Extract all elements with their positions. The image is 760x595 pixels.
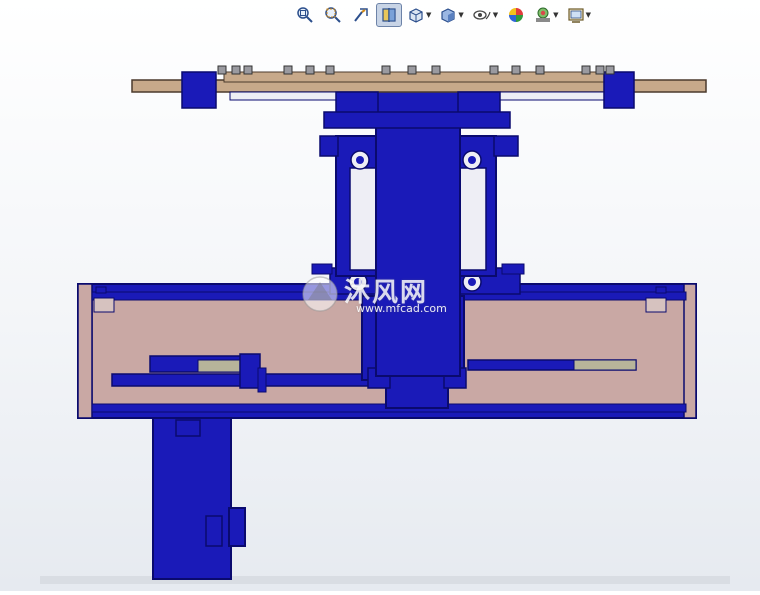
- graphics-area[interactable]: 沐风网 www.mfcad.com ▼ ▼ ▼ ▼ ▼: [0, 0, 760, 591]
- view-settings-icon: [567, 8, 584, 23]
- scene-icon: [536, 7, 551, 22]
- appearance-icon: [509, 8, 524, 22]
- previous-view-icon: [354, 8, 368, 22]
- assembly-model[interactable]: [0, 0, 760, 591]
- heads-up-view-toolbar: ▼ ▼ ▼ ▼ ▼: [292, 3, 594, 27]
- chevron-down-icon: ▼: [426, 11, 432, 19]
- edit-appearance-button[interactable]: [503, 3, 529, 27]
- view-orientation-icon: [409, 8, 423, 23]
- zoom-to-fit-button[interactable]: [292, 3, 318, 27]
- chevron-down-icon: ▼: [492, 11, 499, 19]
- view-orientation-button[interactable]: ▼: [404, 3, 434, 27]
- zoom-area-icon: [325, 7, 341, 23]
- chevron-down-icon: ▼: [585, 11, 591, 19]
- apply-scene-button[interactable]: ▼: [531, 3, 561, 27]
- display-style-icon: [441, 8, 455, 23]
- hide-show-items-button[interactable]: ▼: [469, 3, 501, 27]
- zoom-to-area-button[interactable]: [320, 3, 346, 27]
- zoom-fit-icon: [297, 7, 313, 23]
- section-view-button[interactable]: [376, 3, 402, 27]
- view-settings-button[interactable]: ▼: [564, 3, 594, 27]
- hide-show-icon: [473, 10, 491, 20]
- chevron-down-icon: ▼: [553, 11, 559, 19]
- chevron-down-icon: ▼: [458, 11, 464, 19]
- ground-shadow: [40, 576, 730, 584]
- section-view-icon: [382, 8, 396, 22]
- previous-view-button[interactable]: [348, 3, 374, 27]
- display-style-button[interactable]: ▼: [436, 3, 466, 27]
